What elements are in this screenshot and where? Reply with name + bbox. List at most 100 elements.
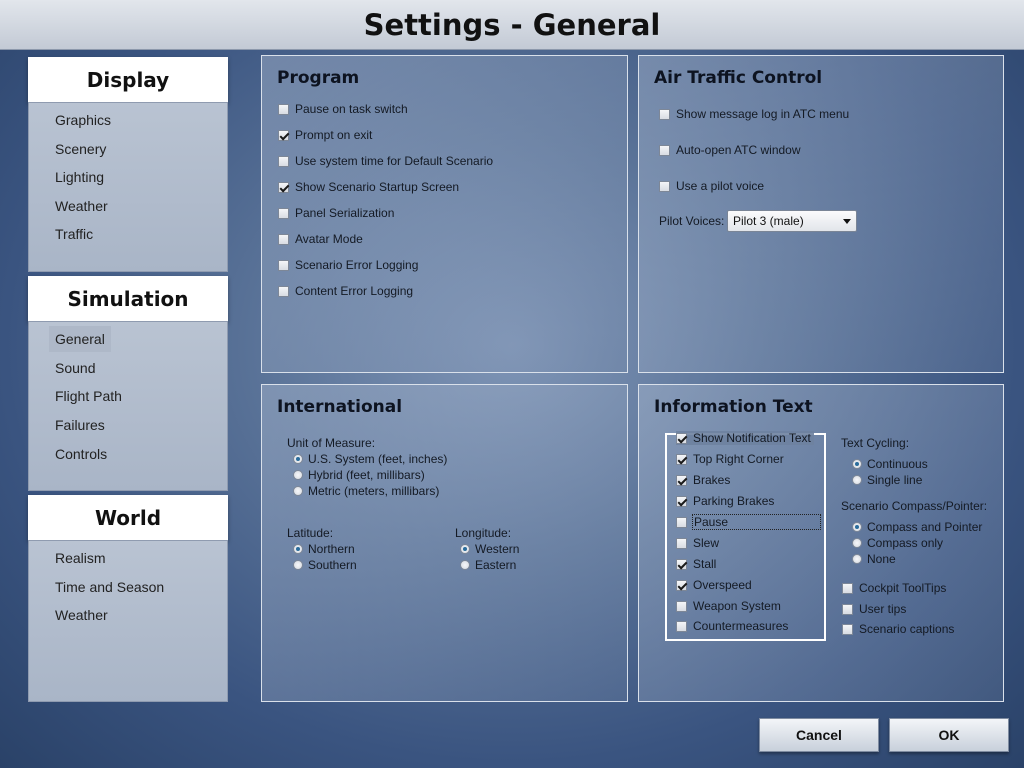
option-top-right-corner[interactable]: Top Right Corner	[676, 452, 784, 466]
option-pause[interactable]: Pause	[676, 514, 821, 530]
radio-western[interactable]: Western	[460, 542, 519, 556]
option-show-notification-text[interactable]: Show Notification Text	[676, 431, 814, 445]
atc-panel: Air Traffic Control Show message log in …	[638, 55, 1004, 373]
radio-compass-only[interactable]: Compass only	[852, 536, 943, 550]
radio[interactable]	[293, 454, 303, 464]
sidebar-item-realism[interactable]: Realism	[49, 545, 112, 571]
sidebar-header-world[interactable]: World	[28, 495, 228, 541]
sidebar-item-lighting[interactable]: Lighting	[49, 164, 110, 190]
sidebar-item-time-and-season[interactable]: Time and Season	[49, 574, 170, 600]
longitude-label: Longitude:	[455, 526, 512, 540]
checkbox[interactable]	[278, 181, 289, 193]
checkbox[interactable]	[676, 600, 687, 612]
radio-eastern[interactable]: Eastern	[460, 558, 516, 572]
radio-single-line[interactable]: Single line	[852, 473, 922, 487]
sidebar-header-display[interactable]: Display	[28, 57, 228, 103]
sidebar-item-general[interactable]: General	[49, 326, 111, 352]
option-weapon-system[interactable]: Weapon System	[676, 599, 781, 613]
sidebar-item-flight-path[interactable]: Flight Path	[49, 383, 128, 409]
radio-continuous[interactable]: Continuous	[852, 457, 928, 471]
chevron-down-icon	[843, 219, 851, 224]
checkbox[interactable]	[676, 537, 687, 549]
checkbox[interactable]	[278, 129, 289, 141]
radio-metric[interactable]: Metric (meters, millibars)	[293, 484, 439, 498]
checkbox[interactable]	[659, 108, 670, 120]
radio[interactable]	[293, 560, 303, 570]
unit-of-measure-label: Unit of Measure:	[287, 436, 376, 450]
pilot-voices-dropdown[interactable]: Pilot 3 (male)	[727, 210, 857, 232]
radio[interactable]	[460, 560, 470, 570]
option-scenario-captions[interactable]: Scenario captions	[842, 622, 954, 636]
sidebar-item-weather[interactable]: Weather	[49, 193, 114, 219]
radio[interactable]	[852, 554, 862, 564]
option-brakes[interactable]: Brakes	[676, 473, 730, 487]
checkbox[interactable]	[676, 495, 687, 507]
radio[interactable]	[293, 486, 303, 496]
international-title: International	[277, 397, 403, 417]
checkbox[interactable]	[676, 474, 687, 486]
option-parking-brakes[interactable]: Parking Brakes	[676, 494, 774, 508]
radio[interactable]	[852, 475, 862, 485]
radio-us-system[interactable]: U.S. System (feet, inches)	[293, 452, 447, 466]
information-text-title: Information Text	[654, 397, 813, 417]
checkbox[interactable]	[278, 207, 289, 219]
radio[interactable]	[852, 538, 862, 548]
checkbox[interactable]	[676, 620, 687, 632]
radio[interactable]	[293, 544, 303, 554]
checkbox[interactable]	[278, 103, 289, 115]
radio[interactable]	[852, 522, 862, 532]
radio-northern[interactable]: Northern	[293, 542, 355, 556]
radio[interactable]	[293, 470, 303, 480]
sidebar-header-simulation[interactable]: Simulation	[28, 276, 228, 322]
option-slew[interactable]: Slew	[676, 536, 719, 550]
option-use-pilot-voice[interactable]: Use a pilot voice	[659, 179, 764, 193]
ok-button[interactable]: OK	[889, 718, 1009, 752]
checkbox[interactable]	[278, 285, 289, 297]
radio[interactable]	[460, 544, 470, 554]
option-panel-serialization[interactable]: Panel Serialization	[278, 206, 394, 220]
radio-southern[interactable]: Southern	[293, 558, 357, 572]
option-stall[interactable]: Stall	[676, 557, 716, 571]
option-cockpit-tooltips[interactable]: Cockpit ToolTips	[842, 581, 946, 595]
radio-none[interactable]: None	[852, 552, 896, 566]
latitude-label: Latitude:	[287, 526, 334, 540]
option-show-startup-screen[interactable]: Show Scenario Startup Screen	[278, 180, 459, 194]
title-bar: Settings - General	[0, 0, 1024, 50]
sidebar-item-failures[interactable]: Failures	[49, 412, 111, 438]
option-auto-open-atc[interactable]: Auto-open ATC window	[659, 143, 801, 157]
checkbox[interactable]	[659, 180, 670, 192]
option-countermeasures[interactable]: Countermeasures	[676, 619, 788, 633]
option-use-system-time[interactable]: Use system time for Default Scenario	[278, 154, 493, 168]
sidebar-item-traffic[interactable]: Traffic	[49, 221, 99, 247]
checkbox[interactable]	[676, 453, 687, 465]
option-show-message-log[interactable]: Show message log in ATC menu	[659, 107, 849, 121]
checkbox[interactable]	[842, 603, 853, 615]
checkbox[interactable]	[659, 144, 670, 156]
checkbox[interactable]	[278, 233, 289, 245]
checkbox[interactable]	[676, 558, 687, 570]
option-user-tips[interactable]: User tips	[842, 602, 906, 616]
checkbox[interactable]	[278, 259, 289, 271]
sidebar-item-controls[interactable]: Controls	[49, 441, 113, 467]
radio[interactable]	[852, 459, 862, 469]
sidebar-item-sound[interactable]: Sound	[49, 355, 101, 381]
sidebar-item-world-weather[interactable]: Weather	[49, 602, 114, 628]
checkbox[interactable]	[842, 623, 853, 635]
cancel-button[interactable]: Cancel	[759, 718, 879, 752]
checkbox[interactable]	[278, 155, 289, 167]
checkbox[interactable]	[676, 432, 687, 444]
option-content-error-logging[interactable]: Content Error Logging	[278, 284, 413, 298]
option-avatar-mode[interactable]: Avatar Mode	[278, 232, 363, 246]
program-panel: Program Pause on task switch Prompt on e…	[261, 55, 628, 373]
option-overspeed[interactable]: Overspeed	[676, 578, 752, 592]
checkbox[interactable]	[676, 516, 687, 528]
sidebar-item-scenery[interactable]: Scenery	[49, 136, 112, 162]
checkbox[interactable]	[676, 579, 687, 591]
checkbox[interactable]	[842, 582, 853, 594]
option-pause-on-task-switch[interactable]: Pause on task switch	[278, 102, 408, 116]
sidebar-item-graphics[interactable]: Graphics	[49, 107, 117, 133]
radio-compass-and-pointer[interactable]: Compass and Pointer	[852, 520, 982, 534]
option-scenario-error-logging[interactable]: Scenario Error Logging	[278, 258, 418, 272]
radio-hybrid[interactable]: Hybrid (feet, millibars)	[293, 468, 425, 482]
option-prompt-on-exit[interactable]: Prompt on exit	[278, 128, 372, 142]
